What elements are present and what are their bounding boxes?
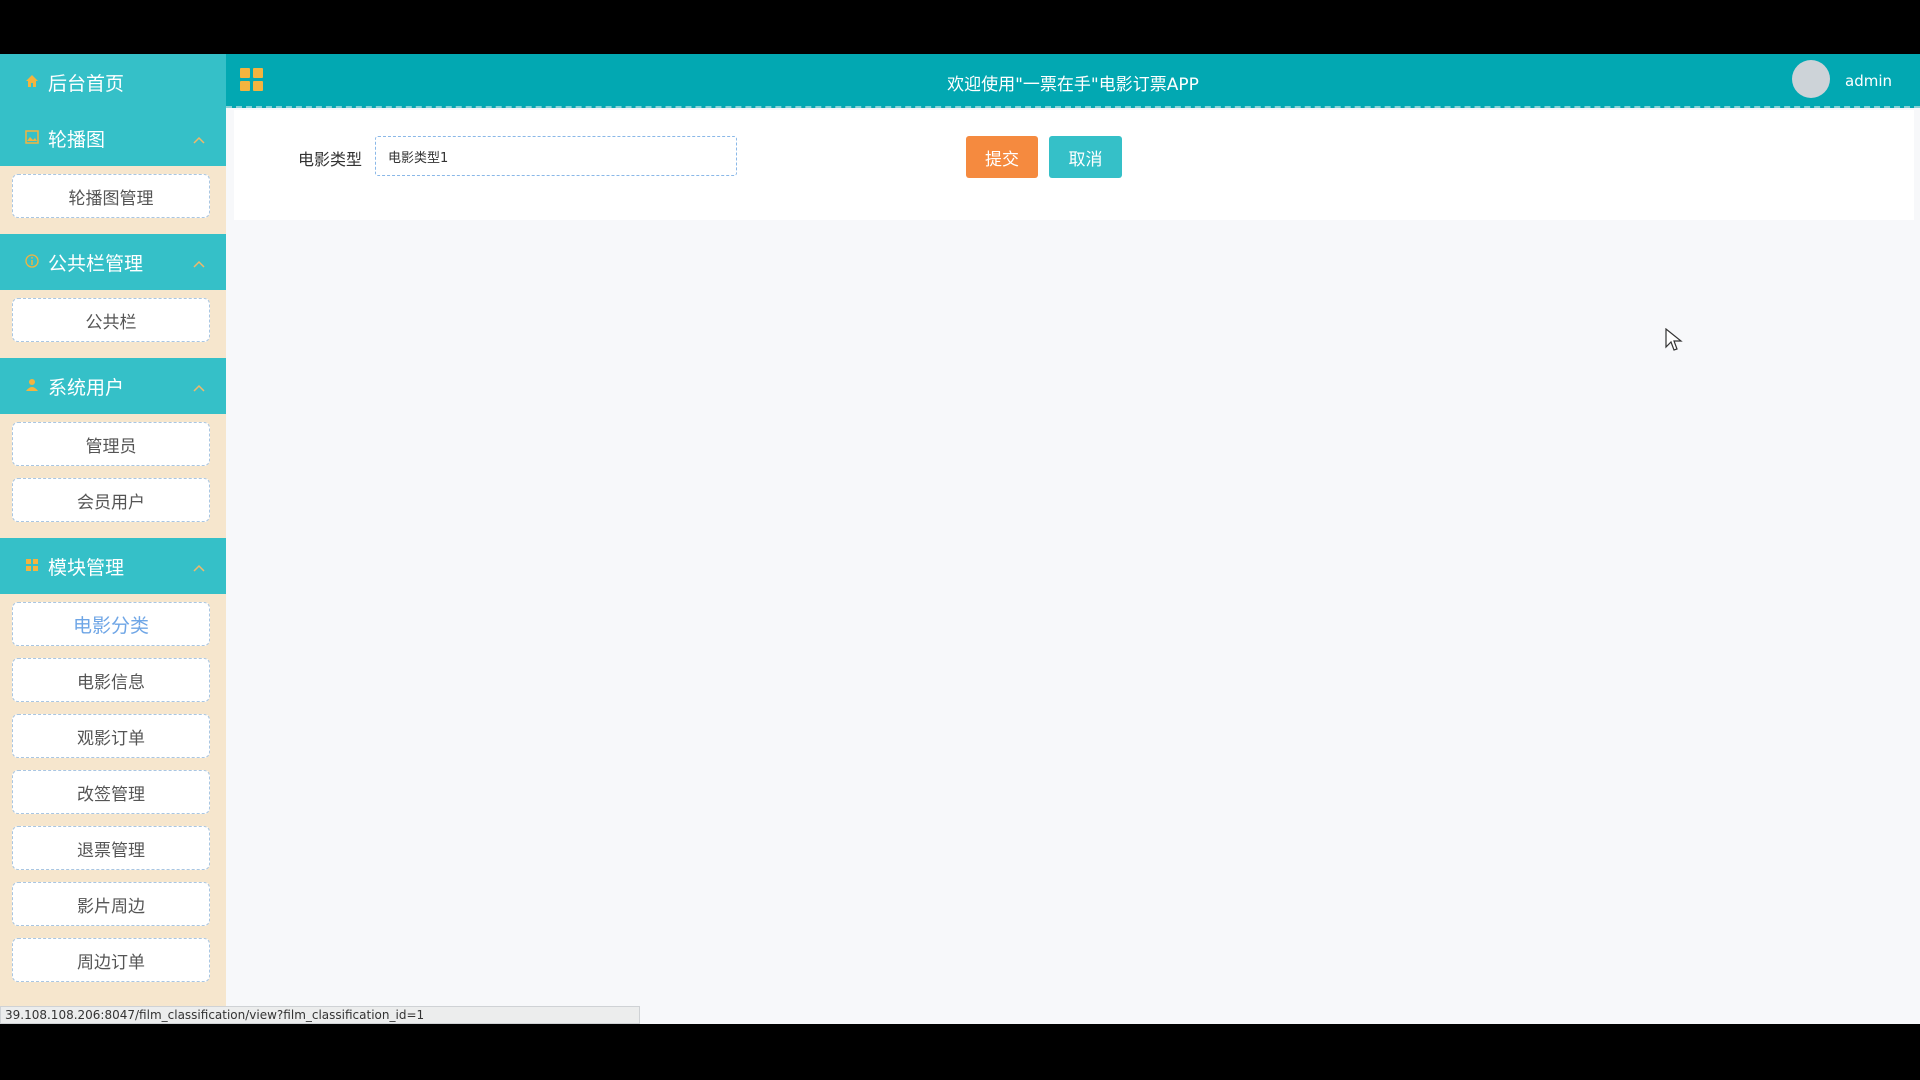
chevron-up-icon[interactable] [192, 255, 206, 269]
sidebar-section-label: 模块管理 [48, 556, 125, 579]
sidebar: 后台首页 轮播图 轮播图管理 公共栏管理 公共栏 系统用户 管理员 会员用户 模… [0, 54, 226, 1024]
app-window: 后台首页 轮播图 轮播图管理 公共栏管理 公共栏 系统用户 管理员 会员用户 模… [0, 54, 1920, 1024]
sidebar-item-members[interactable]: 会员用户 [12, 478, 210, 522]
status-bar-url: 39.108.108.206:8047/film_classification/… [0, 1006, 640, 1024]
home-icon [24, 74, 40, 90]
mouse-cursor-icon [1665, 327, 1683, 352]
chevron-up-icon[interactable] [192, 559, 206, 573]
sidebar-item-refunds[interactable]: 退票管理 [12, 826, 210, 870]
sidebar-group-carousel: 轮播图管理 [0, 166, 226, 234]
sidebar-item-film-info[interactable]: 电影信息 [12, 658, 210, 702]
top-header: 欢迎使用"一票在手"电影订票APP admin [226, 54, 1920, 108]
header-title: 欢迎使用"一票在手"电影订票APP [947, 75, 1199, 95]
cancel-button[interactable]: 取消 [1049, 136, 1122, 178]
sidebar-group-system-users: 管理员 会员用户 [0, 414, 226, 538]
sidebar-section-label: 轮播图 [48, 128, 106, 151]
sidebar-home-label: 后台首页 [48, 72, 125, 95]
user-name[interactable]: admin [1845, 72, 1892, 90]
sidebar-item-bulletin[interactable]: 公共栏 [12, 298, 210, 342]
user-icon [24, 378, 40, 394]
sidebar-item-film-category[interactable]: 电影分类 [12, 602, 210, 646]
sidebar-home[interactable]: 后台首页 [0, 54, 226, 110]
chevron-up-icon[interactable] [192, 131, 206, 145]
film-type-input[interactable] [375, 136, 737, 176]
film-type-label: 电影类型 [298, 150, 363, 169]
sidebar-section-bulletin[interactable]: 公共栏管理 [0, 234, 226, 290]
sidebar-section-label: 系统用户 [48, 376, 125, 399]
sidebar-item-rebooking[interactable]: 改签管理 [12, 770, 210, 814]
sidebar-section-system-users[interactable]: 系统用户 [0, 358, 226, 414]
sidebar-group-modules: 电影分类 电影信息 观影订单 改签管理 退票管理 影片周边 周边订单 [0, 594, 226, 998]
sidebar-item-merchandise[interactable]: 影片周边 [12, 882, 210, 926]
sidebar-section-carousel[interactable]: 轮播图 [0, 110, 226, 166]
chevron-up-icon[interactable] [192, 379, 206, 393]
sidebar-item-viewing-orders[interactable]: 观影订单 [12, 714, 210, 758]
image-icon [24, 130, 40, 146]
sidebar-item-carousel-manage[interactable]: 轮播图管理 [12, 174, 210, 218]
sidebar-item-admin[interactable]: 管理员 [12, 422, 210, 466]
grid-icon [24, 558, 40, 574]
info-circle-icon [24, 254, 40, 270]
sidebar-group-bulletin: 公共栏 [0, 290, 226, 358]
sidebar-section-label: 公共栏管理 [48, 252, 144, 275]
submit-button[interactable]: 提交 [966, 136, 1038, 178]
avatar[interactable] [1792, 60, 1830, 98]
sidebar-item-merch-orders[interactable]: 周边订单 [12, 938, 210, 982]
sidebar-section-modules[interactable]: 模块管理 [0, 538, 226, 594]
form-card: 电影类型 提交 取消 [234, 110, 1914, 220]
